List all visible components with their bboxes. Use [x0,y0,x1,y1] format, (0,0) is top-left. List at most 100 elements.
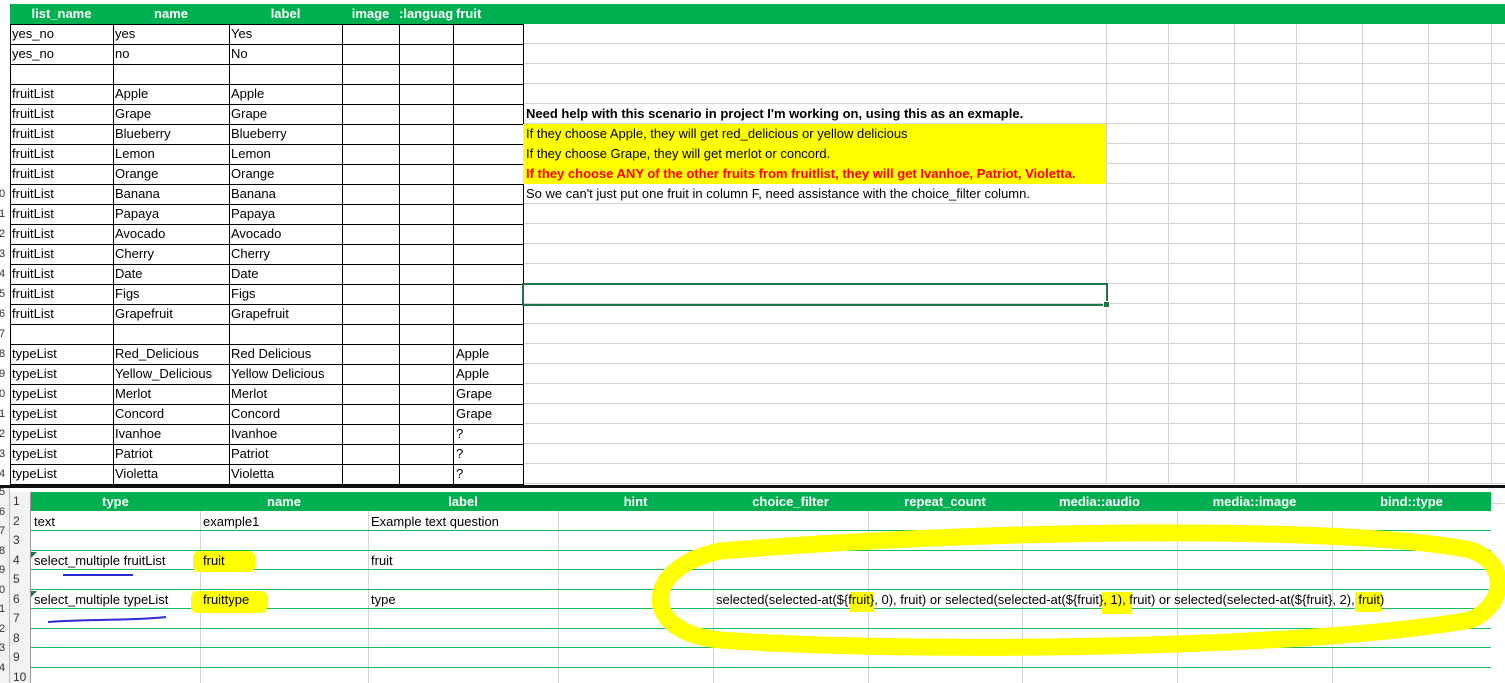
cell-label[interactable]: Red Delicious [231,344,311,364]
fill-handle[interactable] [1103,301,1110,308]
cell-label[interactable]: type [371,590,396,610]
cell-list-name[interactable]: fruitList [12,144,54,164]
cell-name[interactable]: Merlot [115,384,151,404]
cell-name[interactable]: Orange [115,164,158,184]
table-border-v [523,24,524,484]
col-header-image[interactable]: image [342,4,399,24]
cell-name[interactable]: Patriot [115,444,153,464]
cell-label[interactable]: Orange [231,164,274,184]
cell-name[interactable]: Apple [115,84,148,104]
cell-name[interactable]: Grape [115,104,151,124]
gridline-h [523,323,1505,324]
cell-label[interactable]: Grapefruit [231,304,289,324]
cell-name[interactable]: Red_Delicious [115,344,199,364]
cell-list-name[interactable]: typeList [12,344,57,364]
gridline-h [523,483,1505,484]
col-header-name[interactable]: name [113,4,229,24]
cell-name[interactable]: yes [115,24,135,44]
row-number: 7 [0,328,6,340]
cell-name[interactable]: Yellow_Delicious [115,364,212,384]
cell-fruit-filter[interactable]: Grape [456,384,492,404]
gridline-h [523,243,1505,244]
cell-list-name[interactable]: typeList [12,384,57,404]
cell-name[interactable]: Grapefruit [115,304,173,324]
gridline-h [523,223,1505,224]
cell-label[interactable]: No [231,44,248,64]
cell-name[interactable]: Ivanhoe [115,424,161,444]
col-header-fruit[interactable]: fruit [453,4,490,24]
cell-label[interactable]: Blueberry [231,124,287,144]
cell-list-name[interactable]: fruitList [12,84,54,104]
cell-fruit-filter[interactable]: ? [456,424,463,444]
cell-list-name[interactable]: typeList [12,364,57,384]
cell-fruit-filter[interactable]: Grape [456,404,492,424]
cell-fruit-filter[interactable]: Apple [456,344,489,364]
cell-name[interactable]: no [115,44,129,64]
cell-label[interactable]: Papaya [231,204,275,224]
table-border-v [453,24,454,484]
cell-name[interactable]: Figs [115,284,140,304]
cell-label[interactable]: Grape [231,104,267,124]
cell-list-name[interactable]: fruitList [12,184,54,204]
cell-list-name[interactable]: fruitList [12,164,54,184]
cell-label[interactable]: fruit [371,551,393,571]
col-header-label[interactable]: label [229,4,342,24]
cell-label[interactable]: Example text question [371,512,499,532]
cell-label[interactable]: Yellow Delicious [231,364,324,384]
cell-name[interactable]: Concord [115,404,164,424]
table-border-h [10,24,524,25]
cell-label[interactable]: Cherry [231,244,270,264]
cell-list-name[interactable]: fruitList [12,284,54,304]
cell-label[interactable]: Concord [231,404,280,424]
cell-list-name[interactable]: fruitList [12,124,54,144]
cell-name[interactable]: Banana [115,184,160,204]
col-header-list-name[interactable]: list_name [10,4,113,24]
note-line-5: So we can't just put one fruit in column… [526,186,1030,201]
cell-name[interactable]: Lemon [115,144,155,164]
gridline-h [523,263,1505,264]
note-line-4: If they choose ANY of the other fruits f… [526,166,1076,181]
cell-fruit-filter[interactable]: ? [456,444,463,464]
cell-list-name[interactable]: fruitList [12,264,54,284]
cell-label[interactable]: Violetta [231,464,274,484]
cell-fruit-filter[interactable]: Apple [456,364,489,384]
cell-list-name[interactable]: typeList [12,404,57,424]
table-border-h [10,44,524,45]
cell-name[interactable]: Papaya [115,204,159,224]
cell-name[interactable]: Violetta [115,464,158,484]
table-border-h [10,84,524,85]
cell-name[interactable]: Blueberry [115,124,171,144]
cell-label[interactable]: Ivanhoe [231,424,277,444]
cell-name[interactable]: Avocado [115,224,165,244]
cell-list-name[interactable]: fruitList [12,204,54,224]
cell-label[interactable]: Patriot [231,444,269,464]
cell-label[interactable]: Date [231,264,258,284]
cell-label[interactable]: Figs [231,284,256,304]
cell-list-name[interactable]: yes_no [12,24,54,44]
col-header-language[interactable]: :languag [399,4,453,24]
row-number: 1 [0,408,6,420]
gridline-v [1491,24,1492,484]
cell-choice-filter[interactable]: selected(selected-at(${fruit}, 0), fruit… [716,590,1384,610]
cell-list-name[interactable]: fruitList [12,104,54,124]
cell-label[interactable]: Lemon [231,144,271,164]
cell-list-name[interactable]: typeList [12,424,57,444]
cell-list-name[interactable]: yes_no [12,44,54,64]
cell-label[interactable]: Apple [231,84,264,104]
cell-list-name[interactable]: typeList [12,444,57,464]
cell-label[interactable]: Yes [231,24,252,44]
cell-list-name[interactable]: fruitList [12,304,54,324]
cell-fruit-filter[interactable]: ? [456,464,463,484]
cell-name[interactable]: Cherry [115,244,154,264]
cell-list-name[interactable]: typeList [12,464,57,484]
cell-label[interactable]: Banana [231,184,276,204]
gridline-v [1168,24,1169,484]
cell-name[interactable]: Date [115,264,142,284]
cell-list-name[interactable]: fruitList [12,224,54,244]
note-line-3: If they choose Grape, they will get merl… [526,146,831,161]
cell-label[interactable]: Merlot [231,384,267,404]
gridline-h [523,343,1505,344]
cell-label[interactable]: Avocado [231,224,281,244]
cell-list-name[interactable]: fruitList [12,244,54,264]
selected-cell[interactable] [522,283,1108,306]
